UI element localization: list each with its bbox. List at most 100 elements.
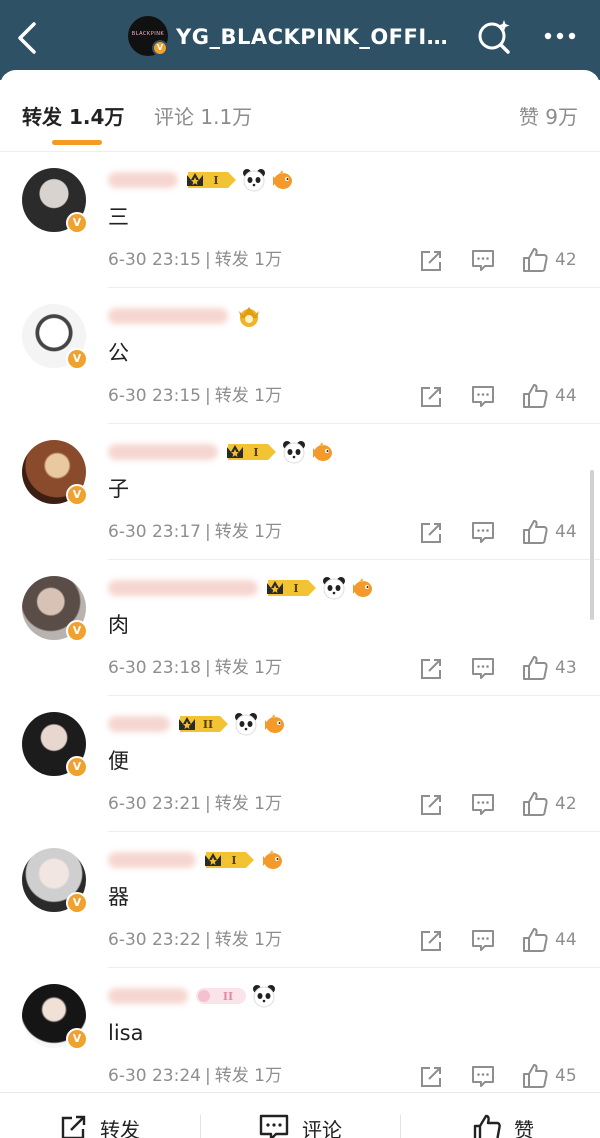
like-action-icon[interactable]	[521, 654, 549, 682]
username-blurred[interactable]	[108, 172, 178, 188]
fan-level-badge-icon: II	[179, 716, 228, 732]
comment-action-icon[interactable]	[470, 1064, 496, 1090]
like-action-icon[interactable]	[521, 1062, 549, 1090]
repost-time: 6-30 23:18	[108, 658, 201, 678]
repost-action-icon[interactable]	[418, 520, 444, 546]
meta-separator: |	[204, 794, 211, 814]
repost-time: 6-30 23:17	[108, 522, 201, 542]
repost-count: 转发 1万	[214, 386, 282, 406]
panda-badge-icon	[283, 441, 305, 464]
username-blurred[interactable]	[108, 716, 170, 732]
username-blurred[interactable]	[108, 580, 258, 596]
username-blurred[interactable]	[108, 852, 196, 868]
repost-time: 6-30 23:15	[108, 386, 201, 406]
panda-badge-icon	[243, 169, 265, 192]
user-badges: I	[184, 166, 294, 194]
repost-count: 转发 1万	[214, 522, 282, 542]
tab-comments[interactable]: 评论 1.1万	[154, 102, 252, 132]
like-action-icon[interactable]	[521, 382, 549, 410]
account-title[interactable]: YG_BLACKPINK_OFFI…	[176, 20, 461, 54]
repost-text: 便	[108, 749, 129, 773]
repost-count: 转发 1万	[214, 794, 282, 814]
like-count: 45	[555, 1066, 577, 1086]
bottom-comment-button[interactable]: 评论	[258, 1113, 342, 1138]
repost-action-icon[interactable]	[418, 1064, 444, 1090]
bottom-divider	[200, 1115, 201, 1138]
scrollbar[interactable]	[590, 470, 594, 620]
repost-time: 6-30 23:15	[108, 250, 201, 270]
repost-action-icon[interactable]	[418, 384, 444, 410]
comment-action-icon[interactable]	[470, 656, 496, 682]
repost-count: 转发 1万	[214, 930, 282, 950]
like-action-icon[interactable]	[521, 790, 549, 818]
repost-row[interactable]: V II 便 6-30 23:21 | 转发 1万 42	[0, 696, 600, 832]
comment-action-icon[interactable]	[470, 384, 496, 410]
repost-action-icon[interactable]	[418, 656, 444, 682]
username-blurred[interactable]	[108, 308, 228, 324]
meta-separator: |	[204, 1066, 211, 1086]
account-logo-text: BLACKPINK	[131, 31, 165, 37]
svg-text:I: I	[231, 854, 236, 867]
svg-text:I: I	[293, 582, 298, 595]
fish-badge-icon	[265, 714, 284, 733]
user-badges: I	[224, 438, 334, 466]
verified-badge-icon: V	[66, 620, 88, 642]
bottom-like-label: 赞	[514, 1117, 534, 1138]
fan-level-badge-icon: I	[205, 852, 254, 868]
repost-row[interactable]: V 公 6-30 23:15 | 转发 1万 44	[0, 288, 600, 424]
like-count: 43	[555, 658, 577, 678]
repost-text: 器	[108, 885, 129, 909]
repost-row[interactable]: V I 子 6-30 23:17 | 转发 1万 44	[0, 424, 600, 560]
repost-time: 6-30 23:21	[108, 794, 201, 814]
username-blurred[interactable]	[108, 444, 218, 460]
repost-action-icon[interactable]	[418, 248, 444, 274]
repost-row[interactable]: V I 肉 6-30 23:18 | 转发 1万 43	[0, 560, 600, 696]
fan-level-badge-icon: I	[227, 444, 276, 460]
verified-badge-icon: V	[66, 348, 88, 370]
user-badges: I	[264, 574, 374, 602]
like-count: 44	[555, 930, 577, 950]
like-count: 42	[555, 794, 577, 814]
repost-time: 6-30 23:22	[108, 930, 201, 950]
repost-meta: 6-30 23:17 | 转发 1万	[108, 520, 282, 544]
like-action-icon[interactable]	[521, 246, 549, 274]
svg-text:I: I	[253, 446, 258, 459]
meta-separator: |	[204, 386, 211, 406]
meta-separator: |	[204, 658, 211, 678]
comment-action-icon[interactable]	[470, 248, 496, 274]
search-icon[interactable]	[474, 16, 514, 56]
repost-count: 转发 1万	[214, 658, 282, 678]
repost-row[interactable]: V I 三 6-30 23:15 | 转发 1万 42	[0, 152, 600, 288]
repost-meta: 6-30 23:15 | 转发 1万	[108, 248, 282, 272]
repost-meta: 6-30 23:21 | 转发 1万	[108, 792, 282, 816]
repost-text: 公	[108, 341, 129, 365]
repost-action-icon[interactable]	[418, 928, 444, 954]
meta-separator: |	[204, 250, 211, 270]
repost-count: 转发 1万	[214, 250, 282, 270]
repost-action-icon[interactable]	[418, 792, 444, 818]
bottom-repost-button[interactable]: 转发	[58, 1113, 140, 1138]
repost-row[interactable]: V I 器 6-30 23:22 | 转发 1万 44	[0, 832, 600, 968]
comment-action-icon[interactable]	[470, 520, 496, 546]
panda-badge-icon	[253, 985, 275, 1008]
bottom-comment-label: 评论	[302, 1117, 342, 1138]
comment-action-icon[interactable]	[470, 792, 496, 818]
repost-row[interactable]: V II lisa 6-30 23:24 | 转发 1万 45	[0, 968, 600, 1104]
repost-meta: 6-30 23:22 | 转发 1万	[108, 928, 282, 952]
like-action-icon[interactable]	[521, 926, 549, 954]
repost-time: 6-30 23:24	[108, 1066, 201, 1086]
username-blurred[interactable]	[108, 988, 188, 1004]
back-arrow-icon[interactable]	[12, 18, 44, 58]
user-badges: I	[202, 846, 284, 874]
more-options-icon[interactable]	[540, 20, 580, 52]
comment-action-icon[interactable]	[470, 928, 496, 954]
repost-icon	[61, 1115, 86, 1138]
like-action-icon[interactable]	[521, 518, 549, 546]
tab-likes[interactable]: 赞 9万	[519, 102, 578, 132]
verified-badge-icon: V	[152, 40, 168, 56]
bottom-like-button[interactable]: 赞	[472, 1113, 534, 1138]
pink-level-badge-icon: II	[196, 988, 246, 1004]
svg-text:II: II	[223, 990, 233, 1003]
tab-reposts[interactable]: 转发 1.4万	[22, 102, 124, 132]
svg-text:II: II	[203, 718, 213, 731]
